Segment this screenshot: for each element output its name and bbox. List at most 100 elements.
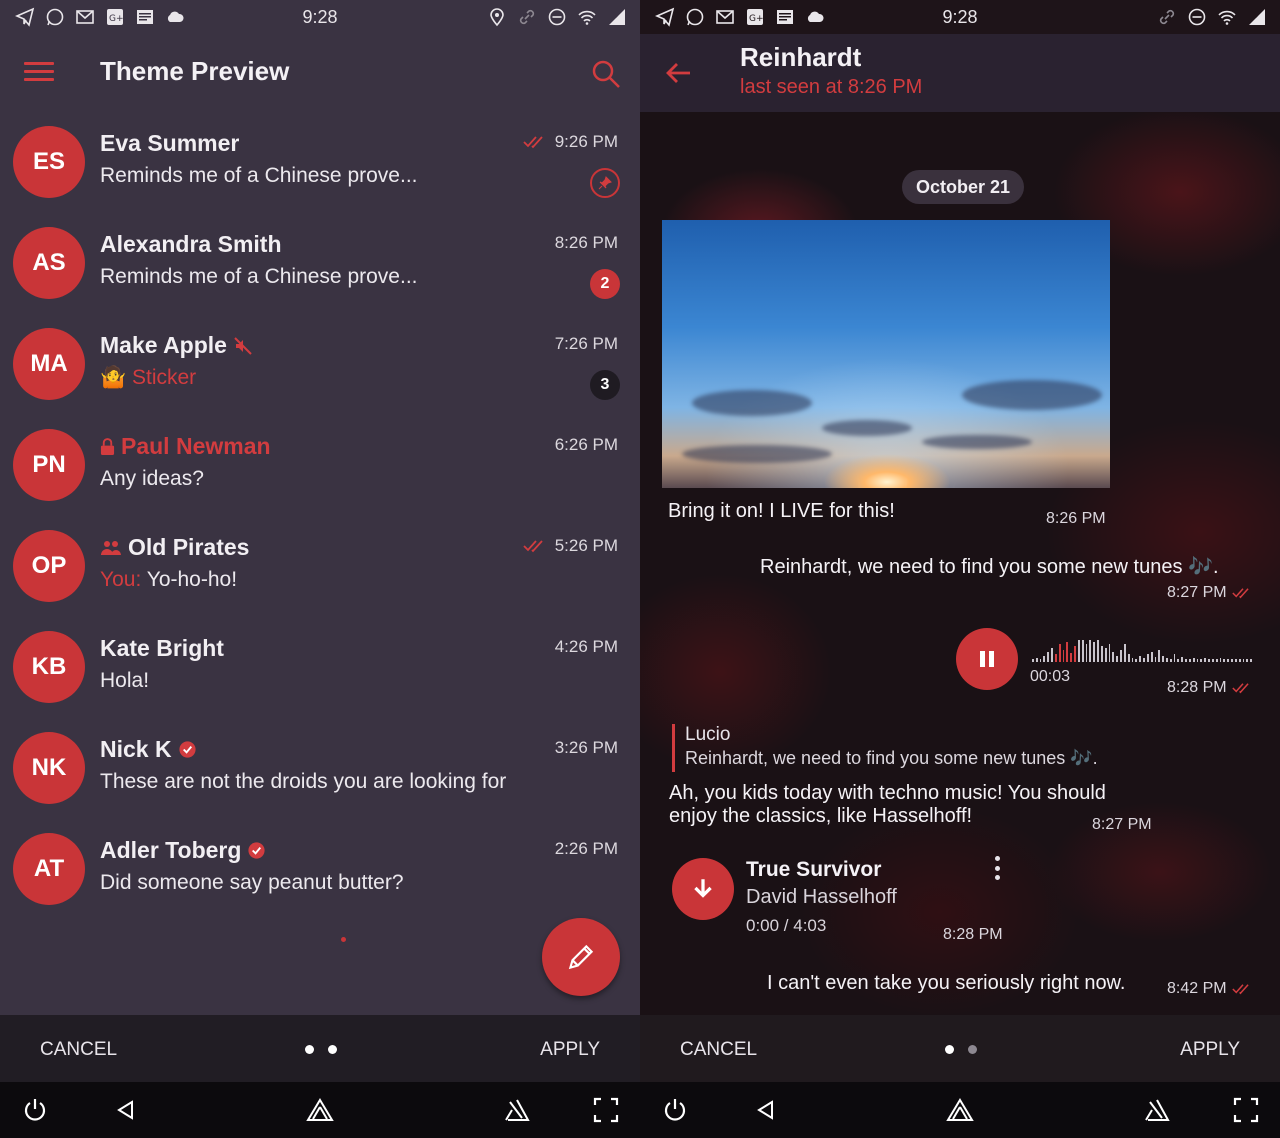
chat-name-text: Paul Newman bbox=[121, 433, 271, 459]
message-time: 8:27 PM bbox=[1167, 584, 1254, 602]
wifi-icon bbox=[576, 6, 598, 28]
fullscreen-icon[interactable] bbox=[592, 1096, 620, 1124]
waveform-bar bbox=[1246, 659, 1249, 662]
track-title: True Survivor bbox=[746, 858, 882, 881]
chat-time: 6:26 PM bbox=[555, 435, 618, 455]
waveform-bar bbox=[1051, 648, 1053, 662]
sticker-emoji-icon: 🤷 bbox=[100, 366, 127, 389]
chat-item-paul-newman[interactable]: PN Paul Newman Any ideas? 6:26 PM bbox=[0, 415, 640, 516]
pencil-icon bbox=[568, 944, 594, 970]
photo-message[interactable] bbox=[662, 220, 1110, 488]
home-nav-icon[interactable] bbox=[306, 1096, 334, 1124]
chat-time: 8:26 PM bbox=[555, 233, 618, 253]
outgoing-message: Reinhardt, we need to find you some new … bbox=[760, 556, 1219, 578]
navigation-bar bbox=[0, 1082, 640, 1138]
group-icon bbox=[101, 540, 121, 555]
chat-time: 2:26 PM bbox=[555, 839, 618, 859]
waveform-bar bbox=[1250, 659, 1253, 662]
waveform-bar bbox=[1058, 644, 1061, 662]
chat-name-text: Eva Summer bbox=[100, 130, 240, 156]
search-icon[interactable] bbox=[590, 58, 622, 90]
app-bar: Theme Preview bbox=[0, 34, 640, 112]
chat-time-text: 6:26 PM bbox=[554, 435, 618, 454]
cancel-button[interactable]: CANCEL bbox=[40, 1039, 117, 1061]
waveform-bar bbox=[1127, 654, 1130, 662]
chat-item-alexandra-smith[interactable]: AS Alexandra Smith Reminds me of a Chine… bbox=[0, 213, 640, 314]
chat-item-make-apple[interactable]: MA Make Apple 🤷 Sticker 7:26 PM 3 bbox=[0, 314, 640, 415]
waveform-bar bbox=[1219, 658, 1222, 662]
waveform-bar bbox=[1070, 653, 1073, 662]
chat-name: Paul Newman bbox=[100, 433, 271, 460]
double-check-icon bbox=[1231, 683, 1249, 694]
chat-item-nick-k[interactable]: NK Nick K These are not the droids you a… bbox=[0, 718, 640, 819]
compose-button[interactable] bbox=[542, 918, 620, 996]
waveform-bar bbox=[1177, 659, 1180, 662]
more-options-icon[interactable] bbox=[992, 854, 1002, 882]
chat-time: 4:26 PM bbox=[555, 637, 618, 657]
status-bar: G+ 9:28 bbox=[0, 0, 640, 34]
double-check-icon bbox=[1231, 984, 1249, 995]
outgoing-message: I can't even take you seriously right no… bbox=[767, 972, 1126, 994]
message-time-text: 8:26 PM bbox=[1046, 510, 1106, 527]
waveform-bar bbox=[1158, 650, 1161, 662]
waveform-bar bbox=[1085, 644, 1088, 662]
download-button[interactable] bbox=[672, 858, 734, 920]
unread-badge: 2 bbox=[590, 269, 620, 299]
waveform-bar bbox=[1234, 659, 1237, 662]
chat-screen: October 21 Bring it on! I LIVE for this!… bbox=[640, 0, 1280, 1138]
home-nav-icon[interactable] bbox=[946, 1096, 974, 1124]
waveform-bar bbox=[1074, 646, 1076, 662]
apply-button[interactable]: APPLY bbox=[1180, 1039, 1240, 1061]
chat-item-kate-bright[interactable]: KB Kate Bright Hola! 4:26 PM bbox=[0, 617, 640, 718]
reply-text: Reinhardt, we need to find you some new … bbox=[685, 748, 1098, 768]
chat-name-text: Make Apple bbox=[100, 332, 227, 358]
page-title: Theme Preview bbox=[100, 56, 290, 86]
chat-time-text: 8:26 PM bbox=[554, 233, 618, 252]
waveform-bar bbox=[1215, 659, 1218, 662]
waveform-bar bbox=[1062, 650, 1065, 662]
back-nav-icon[interactable] bbox=[752, 1096, 780, 1124]
waveform-bar bbox=[1238, 659, 1241, 662]
power-icon[interactable] bbox=[21, 1096, 49, 1124]
page-indicator bbox=[945, 1045, 977, 1054]
recents-nav-icon[interactable] bbox=[502, 1096, 530, 1124]
avatar: ES bbox=[13, 126, 85, 198]
chat-name: Alexandra Smith bbox=[100, 231, 282, 258]
fullscreen-icon[interactable] bbox=[1232, 1096, 1260, 1124]
bottom-action-bar: CANCEL APPLY bbox=[0, 1015, 640, 1082]
waveform-bar bbox=[1120, 650, 1122, 662]
voice-pause-button[interactable] bbox=[956, 628, 1018, 690]
waveform-bar bbox=[1242, 659, 1245, 662]
chat-name: Nick K bbox=[100, 736, 197, 763]
chat-item-old-pirates[interactable]: OP Old Pirates You: Yo-ho-ho! 5:26 PM bbox=[0, 516, 640, 617]
waveform-bar bbox=[1200, 659, 1203, 662]
page-dot bbox=[305, 1045, 314, 1054]
back-arrow-icon[interactable] bbox=[664, 58, 694, 88]
page-dot bbox=[328, 1045, 337, 1054]
status-bar: G+ 9:28 bbox=[640, 0, 1280, 34]
waveform-bar bbox=[1131, 658, 1134, 662]
message-time: 8:26 PM bbox=[1046, 510, 1106, 528]
chat-name-text: Nick K bbox=[100, 736, 172, 762]
voice-duration: 00:03 bbox=[1030, 668, 1070, 686]
chat-item-adler-toberg[interactable]: AT Adler Toberg Did someone say peanut b… bbox=[0, 819, 640, 920]
waveform-bar bbox=[1185, 659, 1187, 662]
chat-preview: You: Yo-ho-ho! bbox=[100, 568, 237, 592]
chat-time-text: 4:26 PM bbox=[554, 637, 618, 656]
apply-button[interactable]: APPLY bbox=[540, 1039, 600, 1061]
menu-icon[interactable] bbox=[24, 62, 54, 86]
recents-nav-icon[interactable] bbox=[1142, 1096, 1170, 1124]
chat-item-eva-summer[interactable]: ES Eva Summer Reminds me of a Chinese pr… bbox=[0, 112, 640, 213]
chat-time-text: 7:26 PM bbox=[554, 334, 618, 353]
waveform-bar bbox=[1196, 659, 1199, 662]
waveform-bar bbox=[1077, 640, 1080, 662]
waveform-bar bbox=[1139, 656, 1142, 662]
power-icon[interactable] bbox=[661, 1096, 689, 1124]
chat-time-text: 2:26 PM bbox=[554, 839, 618, 858]
peer-name[interactable]: Reinhardt bbox=[740, 42, 861, 73]
back-nav-icon[interactable] bbox=[112, 1096, 140, 1124]
voice-waveform[interactable] bbox=[1032, 634, 1253, 662]
avatar: OP bbox=[13, 530, 85, 602]
cancel-button[interactable]: CANCEL bbox=[680, 1039, 757, 1061]
chat-time-text: 9:26 PM bbox=[554, 132, 618, 151]
